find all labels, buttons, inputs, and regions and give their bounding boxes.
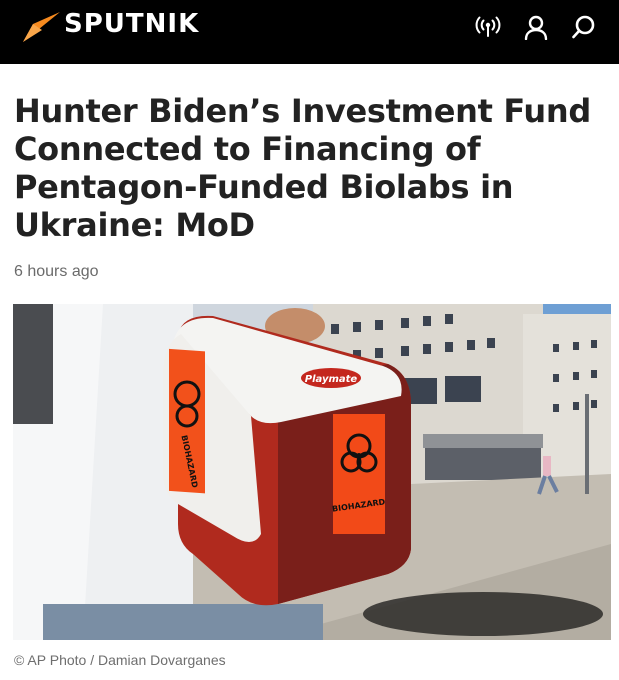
radio-icon[interactable] [473,12,503,42]
article-title: Hunter Biden’s Investment Fund Connected… [14,92,591,244]
top-bar: SPUTNIK [0,0,619,64]
sputnik-logo-icon[interactable] [20,10,62,44]
article-photo: Playmate BIOHAZARD BIOHAZARD [13,304,611,640]
brand-name[interactable]: SPUTNIK [64,10,199,38]
header-actions [473,12,599,42]
photo-credit: © AP Photo / Damian Dovarganes [14,652,226,668]
search-icon[interactable] [569,12,599,42]
cooler-brand-badge: Playmate [305,374,358,385]
user-icon[interactable] [521,12,551,42]
article-timestamp: 6 hours ago [14,263,99,280]
